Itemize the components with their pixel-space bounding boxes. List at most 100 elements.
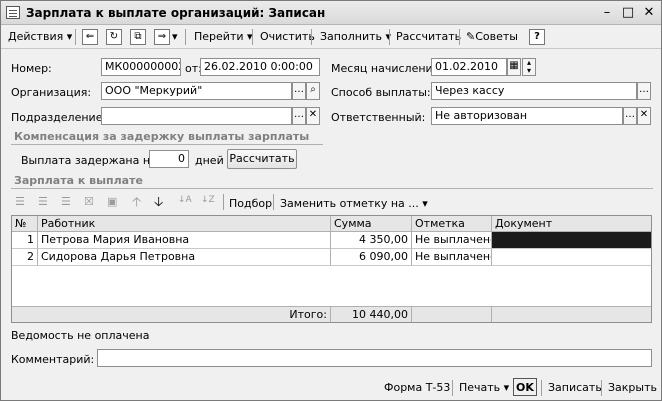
toolbar-separator [223, 194, 224, 210]
toolbar-separator [389, 29, 390, 45]
print-menu[interactable]: Печать ▾ [456, 379, 512, 397]
delay-label: Выплата задержана на: [21, 154, 161, 167]
days-label: дней [195, 154, 224, 167]
maximize-button[interactable]: □ [620, 5, 636, 21]
table-row-mark[interactable]: Не выплачено [412, 249, 492, 266]
table-row-document[interactable] [492, 249, 651, 266]
structure-icon[interactable]: ⧉ [130, 29, 146, 45]
back-arrow-icon[interactable]: ⇐ [82, 29, 98, 45]
calculate-toolbar-button[interactable]: Рассчитать [393, 28, 464, 46]
select-ellipsis-icon[interactable]: … [292, 82, 306, 100]
comment-label: Комментарий: [11, 353, 95, 366]
number-field[interactable]: МК000000002 [101, 58, 181, 76]
chevron-down-icon: ▾ [66, 30, 73, 43]
select-ellipsis-icon[interactable]: … [623, 107, 637, 125]
column-header-sum[interactable]: Сумма [331, 216, 412, 232]
bottom-bar: Форма Т-53 Печать ▾ OK Записать Закрыть [1, 376, 661, 400]
column-header-mark[interactable]: Отметка [412, 216, 492, 232]
move-down-icon[interactable]: 🡣 [154, 193, 163, 215]
toolbar-separator [459, 29, 460, 45]
chevron-down-icon: ▾ [422, 197, 428, 210]
close-window-button[interactable]: ✕ [641, 5, 657, 21]
footer-empty-cell [412, 306, 492, 322]
number-label: Номер: [11, 62, 52, 75]
refresh-icon[interactable]: ↻ [106, 29, 122, 45]
table-row-mark[interactable]: Не выплачено [412, 232, 492, 249]
toolbar-separator [311, 29, 312, 45]
responsible-field[interactable]: Не авторизован [431, 107, 623, 125]
close-button[interactable]: Закрыть [605, 379, 660, 397]
month-label: Месяц начисления: [331, 62, 443, 75]
clear-x-icon[interactable]: ✕ [306, 107, 320, 125]
salary-section-title: Зарплата к выплате [14, 174, 143, 187]
toolbar-separator [273, 194, 274, 210]
chevron-down-icon: ▾ [503, 381, 510, 394]
salary-table[interactable]: № Работник Сумма Отметка Документ 1 Петр… [11, 215, 652, 323]
ok-button[interactable]: OK [513, 378, 537, 396]
month-field[interactable]: 01.02.2010 [431, 58, 507, 76]
replace-mark-menu[interactable]: Заменить отметку на ... ▾ [280, 197, 428, 210]
table-row-sum[interactable]: 6 090,00 [331, 249, 412, 266]
edit-row-icon[interactable]: ☰ [61, 195, 71, 208]
table-row-number[interactable]: 1 [12, 232, 38, 249]
select-ellipsis-icon[interactable]: … [637, 82, 651, 100]
goto-label: Перейти [194, 30, 244, 43]
table-row-employee[interactable]: Сидорова Дарья Петровна [38, 249, 331, 266]
fill-menu[interactable]: Заполнить ▾ [317, 28, 394, 46]
help-icon[interactable]: ? [529, 29, 545, 45]
clear-button[interactable]: Очистить [257, 28, 318, 46]
table-row-number[interactable]: 2 [12, 249, 38, 266]
toolbar: Действия ▾ ⇐ ↻ ⧉ ⇒ ▾ Перейти ▾ Очистить … [1, 25, 661, 49]
department-field[interactable] [101, 107, 292, 125]
generate-dropdown-icon[interactable]: ▾ [171, 28, 179, 46]
payment-status-text: Ведомость не оплачена [11, 329, 150, 342]
fill-label: Заполнить [320, 30, 382, 43]
organization-field[interactable]: ООО "Меркурий" [101, 82, 292, 100]
column-header-employee[interactable]: Работник [38, 216, 331, 232]
add-row-icon[interactable]: ☰ [15, 195, 25, 208]
tips-button[interactable]: ✎Советы [463, 28, 521, 46]
payment-method-field[interactable]: Через кассу [431, 82, 637, 100]
tips-icon: ✎ [466, 30, 476, 43]
calculate-compensation-button[interactable]: Рассчитать [227, 149, 297, 169]
actions-menu[interactable]: Действия ▾ [5, 28, 75, 46]
copy-row-icon[interactable]: ☰ [38, 195, 48, 208]
calendar-icon[interactable]: ▦ [507, 58, 521, 76]
month-spinner[interactable]: ▴ ▾ [522, 58, 536, 76]
date-field[interactable]: 26.02.2010 0:00:00 [200, 58, 320, 76]
table-row-employee[interactable]: Петрова Мария Ивановна [38, 232, 331, 249]
actions-label: Действия [8, 30, 64, 43]
table-row-document-selected[interactable] [492, 232, 651, 249]
save-button[interactable]: Записать [545, 379, 605, 397]
minimize-button[interactable]: – [599, 5, 615, 21]
delay-days-field[interactable]: 0 [149, 150, 189, 168]
move-up-icon[interactable]: 🡡 [132, 193, 141, 215]
goto-menu[interactable]: Перейти ▾ [191, 28, 256, 46]
column-header-number[interactable]: № [12, 216, 38, 232]
column-header-document[interactable]: Документ [492, 216, 651, 232]
sort-asc-icon[interactable]: ↓A [178, 195, 192, 205]
toolbar-separator [452, 380, 453, 396]
table-row-sum[interactable]: 4 350,00 [331, 232, 412, 249]
sort-desc-icon[interactable]: ↓Z [201, 195, 215, 205]
toolbar-separator [601, 380, 602, 396]
delete-row-icon[interactable]: ☒ [84, 195, 94, 208]
section-divider [11, 144, 323, 145]
select-ellipsis-icon[interactable]: … [292, 107, 306, 125]
section-divider [11, 188, 653, 189]
organization-label: Организация: [11, 86, 92, 99]
title-bar: Зарплата к выплате организаций: Записан … [1, 1, 661, 25]
end-edit-icon[interactable]: ▣ [107, 195, 117, 208]
clear-x-icon[interactable]: ✕ [637, 107, 651, 125]
toolbar-separator [252, 29, 253, 45]
window-title: Зарплата к выплате организаций: Записан [26, 6, 326, 20]
open-magnifier-icon[interactable]: ⌕ [306, 82, 320, 100]
responsible-label: Ответственный: [331, 111, 426, 124]
form-t53-button[interactable]: Форма Т-53 [381, 379, 453, 397]
print-label: Печать [459, 381, 501, 394]
toolbar-separator [541, 380, 542, 396]
selection-button[interactable]: Подбор [229, 197, 272, 210]
generate-icon[interactable]: ⇒ [154, 29, 170, 45]
replace-mark-label: Заменить отметку на ... [280, 197, 419, 210]
comment-field[interactable] [97, 349, 652, 367]
